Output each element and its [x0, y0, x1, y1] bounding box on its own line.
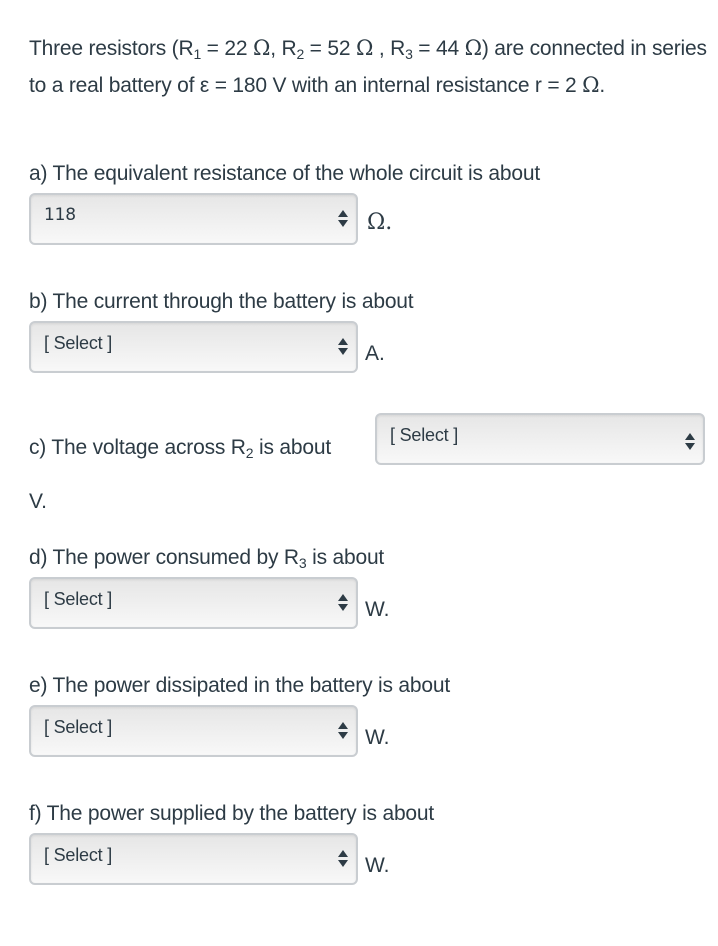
unit-label: W. — [365, 598, 390, 621]
question-text: is about — [306, 546, 385, 569]
intro-text: = 52 — [304, 37, 356, 60]
answer-e-select[interactable]: [ Select ] — [29, 705, 358, 757]
intro-text: Three resistors (R — [29, 37, 194, 60]
select-arrows-icon — [338, 722, 348, 740]
unit-label: W. — [365, 854, 390, 877]
omega-symbol: Ω — [464, 36, 482, 60]
unit-label: V. — [29, 490, 47, 513]
selected-value: [ Select ] — [44, 717, 113, 737]
selected-value: [ Select ] — [44, 333, 113, 353]
omega-symbol: Ω — [355, 36, 374, 60]
problem-statement: Three resistors (R1 = 22 Ω, R2 = 52 Ω , … — [29, 30, 715, 104]
intro-text: = 44 — [412, 37, 465, 60]
intro-text: . — [599, 74, 606, 97]
selected-value: [ Select ] — [390, 425, 459, 445]
question-e-text: e) The power dissipated in the battery i… — [29, 674, 450, 697]
selected-value: [ Select ] — [44, 845, 113, 865]
intro-text: , R — [270, 37, 297, 60]
select-arrows-icon — [338, 594, 348, 612]
select-arrows-icon — [338, 850, 348, 868]
question-a-text: a) The equivalent resistance of the whol… — [29, 162, 540, 185]
intro-text: , R — [373, 37, 406, 60]
question-text: is about — [253, 436, 331, 459]
subscript: 1 — [193, 46, 202, 62]
select-arrows-icon — [685, 433, 695, 451]
intro-text: = 22 — [201, 37, 253, 60]
unit-label: W. — [365, 726, 390, 749]
question-c-text: c) The voltage across R2 is about — [29, 433, 331, 463]
answer-a-select[interactable]: 118 — [29, 193, 358, 245]
select-arrows-icon — [338, 338, 348, 356]
unit-label: Ω. — [367, 210, 393, 235]
answer-b-select[interactable]: [ Select ] — [29, 321, 358, 373]
question-f-text: f) The power supplied by the battery is … — [29, 802, 435, 825]
subscript: 3 — [405, 46, 413, 62]
select-arrows-icon — [338, 210, 348, 228]
answer-d-select[interactable]: [ Select ] — [29, 577, 358, 629]
selected-value: 118 — [44, 205, 76, 225]
question-d-text: d) The power consumed by R3 is about — [29, 543, 384, 573]
omega-symbol: Ω — [582, 73, 600, 97]
question-b-text: b) The current through the battery is ab… — [29, 290, 414, 313]
question-text: d) The power consumed by R — [29, 546, 299, 569]
question-text: c) The voltage across R — [29, 436, 246, 459]
selected-value: [ Select ] — [44, 589, 113, 609]
subscript: 2 — [296, 46, 305, 62]
answer-f-select[interactable]: [ Select ] — [29, 833, 358, 885]
answer-c-select[interactable]: [ Select ] — [375, 413, 705, 465]
omega-symbol: Ω — [252, 36, 271, 60]
unit-label: A. — [365, 342, 385, 365]
